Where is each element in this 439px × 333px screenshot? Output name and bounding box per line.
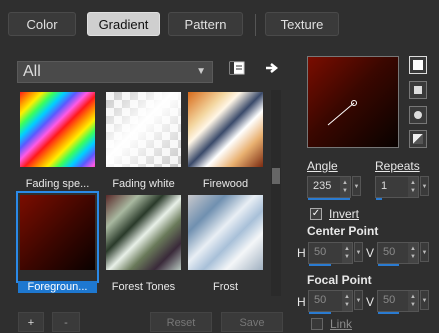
angle-dropdown[interactable]: ▼ — [352, 176, 361, 196]
library-manage-icon[interactable] — [229, 61, 245, 75]
link-checkbox[interactable] — [311, 318, 323, 330]
angle-handle-icon[interactable] — [308, 57, 400, 149]
gradient-thumb-foreground[interactable]: Foregroun... — [16, 191, 99, 293]
library-dropdown-value: All — [23, 63, 41, 80]
repeats-stepper[interactable]: ▲ ▼ — [408, 177, 418, 197]
focal-v-value: 50 — [383, 294, 396, 306]
tab-gradient[interactable]: Gradient — [87, 12, 160, 36]
gradient-swatch — [20, 92, 95, 167]
angle-slider-bar[interactable] — [308, 198, 350, 200]
gradient-thumb-fading-white[interactable]: Fading white — [104, 90, 183, 190]
style-radial-button[interactable] — [409, 130, 427, 148]
thumb-caption: Firewood — [202, 178, 249, 190]
library-dropdown[interactable]: All ▼ — [17, 61, 213, 83]
style-rectangular-button[interactable] — [409, 81, 427, 99]
invert-checkbox[interactable]: ✓ — [310, 208, 322, 220]
gradient-swatch — [106, 195, 181, 270]
center-v-stepper[interactable]: ▲ ▼ — [408, 243, 418, 263]
gradient-thumb-fading-spectrum[interactable]: Fading spe... — [18, 90, 97, 190]
center-h-dropdown[interactable]: ▼ — [354, 242, 363, 262]
center-h-stepper[interactable]: ▲ ▼ — [342, 243, 352, 263]
center-v-slider-bar[interactable] — [378, 264, 399, 266]
center-h-label: H — [297, 246, 306, 260]
linear-style-icon — [413, 60, 423, 70]
gradient-preview[interactable] — [307, 56, 399, 148]
angle-stepper[interactable]: ▲ ▼ — [340, 177, 350, 197]
center-point-label: Center Point — [307, 224, 379, 238]
center-v-label: V — [366, 246, 375, 260]
angle-value: 235 — [313, 180, 332, 192]
focal-v-input[interactable]: 50 ▲ ▼ — [377, 290, 419, 314]
tab-texture[interactable]: Texture — [265, 12, 339, 36]
thumb-caption: Foregroun... — [18, 281, 97, 293]
focal-h-label: H — [297, 295, 306, 309]
radial-style-icon — [413, 134, 423, 144]
gradient-thumb-forest-tones[interactable]: Forest Tones — [104, 193, 183, 293]
thumb-caption: Fading white — [112, 178, 175, 190]
gradient-swatch — [188, 92, 263, 167]
focal-v-dropdown[interactable]: ▼ — [420, 290, 429, 310]
library-scrollbar[interactable] — [271, 90, 281, 296]
angle-label: Angle — [307, 159, 338, 173]
thumb-caption: Frost — [212, 281, 239, 293]
repeats-dropdown[interactable]: ▼ — [420, 176, 429, 196]
center-v-dropdown[interactable]: ▼ — [420, 242, 429, 262]
arrow-right-icon[interactable] — [265, 61, 279, 75]
center-h-input[interactable]: 50 ▲ ▼ — [308, 242, 353, 266]
focal-h-stepper[interactable]: ▲ ▼ — [342, 291, 352, 311]
repeats-label: Repeats — [375, 159, 420, 173]
repeats-value: 1 — [381, 180, 388, 192]
link-label: Link — [330, 317, 353, 331]
focal-h-value: 50 — [314, 294, 327, 306]
focal-h-slider-bar[interactable] — [309, 312, 331, 314]
focal-point-label: Focal Point — [307, 273, 372, 287]
repeats-input[interactable]: 1 ▲ ▼ — [375, 176, 419, 200]
remove-gradient-button[interactable]: - — [52, 312, 80, 332]
gradient-swatch — [188, 195, 263, 270]
chevron-down-icon: ▼ — [196, 66, 206, 77]
gradient-thumb-firewood[interactable]: Firewood — [186, 90, 265, 190]
style-linear-button[interactable] — [409, 56, 427, 74]
tab-separator — [255, 14, 256, 36]
add-gradient-button[interactable]: + — [18, 312, 44, 332]
tab-pattern[interactable]: Pattern — [168, 12, 243, 36]
thumb-caption: Forest Tones — [111, 281, 176, 293]
angle-input[interactable]: 235 ▲ ▼ — [307, 176, 351, 200]
save-button[interactable]: Save — [221, 312, 283, 332]
gradient-swatch — [106, 92, 181, 167]
style-sunburst-button[interactable] — [409, 106, 427, 124]
invert-label: Invert — [329, 207, 360, 221]
center-v-value: 50 — [383, 246, 396, 258]
center-h-slider-bar[interactable] — [309, 264, 331, 266]
rectangular-style-icon — [414, 86, 422, 94]
thumb-caption: Fading spe... — [25, 178, 90, 190]
focal-v-slider-bar[interactable] — [378, 312, 399, 314]
gradient-swatch — [20, 195, 95, 270]
tab-color[interactable]: Color — [8, 12, 76, 36]
gradient-thumb-frost[interactable]: Frost — [186, 193, 265, 293]
center-v-input[interactable]: 50 ▲ ▼ — [377, 242, 419, 266]
focal-v-stepper[interactable]: ▲ ▼ — [408, 291, 418, 311]
sunburst-style-icon — [414, 111, 422, 119]
reset-button[interactable]: Reset — [150, 312, 212, 332]
focal-h-dropdown[interactable]: ▼ — [354, 290, 363, 310]
scrollbar-grip[interactable] — [272, 168, 280, 184]
repeats-slider-bar[interactable] — [376, 198, 382, 200]
focal-v-label: V — [366, 295, 375, 309]
center-h-value: 50 — [314, 246, 327, 258]
focal-h-input[interactable]: 50 ▲ ▼ — [308, 290, 353, 314]
